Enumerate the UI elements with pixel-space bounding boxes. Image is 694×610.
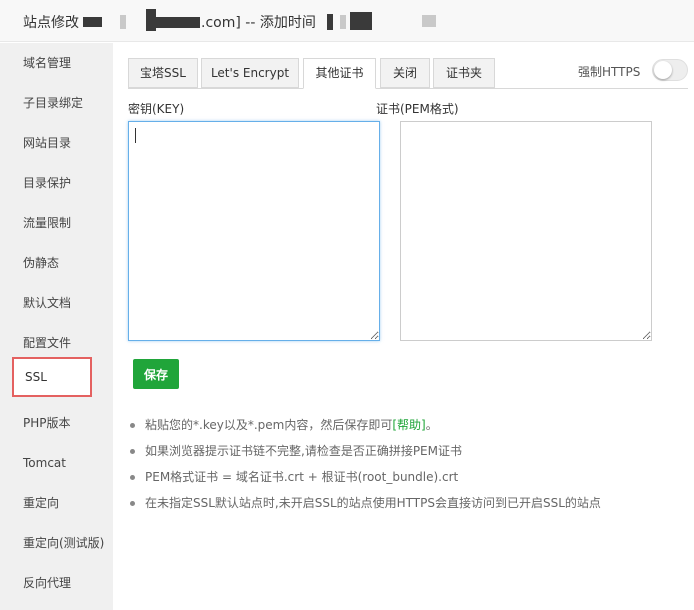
bullet-icon xyxy=(130,475,135,480)
dialog-title-domain: .com] -- 添加时间 xyxy=(201,15,316,31)
redacted-text xyxy=(120,15,126,29)
tip-text: 在未指定SSL默认站点时,未开启SSL的站点使用HTTPS会直接访问到已开启SS… xyxy=(145,496,601,510)
redacted-text xyxy=(146,9,156,31)
tab-other-cert[interactable]: 其他证书 xyxy=(303,58,376,89)
text-caret xyxy=(135,128,136,143)
sidebar-item-dir-protect[interactable]: 目录保护 xyxy=(0,163,113,203)
tip-text: 。 xyxy=(425,418,438,432)
bullet-icon xyxy=(130,501,135,506)
tab-cert-folder[interactable]: 证书夹 xyxy=(433,58,495,88)
sidebar-item-rewrite[interactable]: 伪静态 xyxy=(0,243,113,283)
sidebar-item-ssl[interactable]: SSL xyxy=(12,357,92,397)
cert-textarea[interactable] xyxy=(400,121,652,341)
sidebar-item-php-version[interactable]: PHP版本 xyxy=(0,403,113,443)
tip-item: 如果浏览器提示证书链不完整,请检查是否正确拼接PEM证书 xyxy=(128,442,688,468)
sidebar-item-default-doc[interactable]: 默认文档 xyxy=(0,283,113,323)
tip-text: 如果浏览器提示证书链不完整,请检查是否正确拼接PEM证书 xyxy=(145,444,462,458)
force-https-label: 强制HTTPS xyxy=(578,65,641,79)
redacted-text xyxy=(83,17,102,27)
sidebar-item-redirect[interactable]: 重定向 xyxy=(0,483,113,523)
sidebar-item-tomcat[interactable]: Tomcat xyxy=(0,443,113,483)
tip-text: PEM格式证书 = 域名证书.crt + 根证书(root_bundle).cr… xyxy=(145,470,459,484)
redacted-text xyxy=(156,17,200,28)
tab-close[interactable]: 关闭 xyxy=(380,58,430,88)
sidebar-item-domain[interactable]: 域名管理 xyxy=(0,43,113,83)
redacted-text xyxy=(350,12,372,30)
sidebar-item-reverse-proxy[interactable]: 反向代理 xyxy=(0,563,113,603)
help-link[interactable]: [帮助] xyxy=(392,418,425,432)
tabs-divider xyxy=(128,88,688,89)
save-button[interactable]: 保存 xyxy=(133,359,179,389)
bullet-icon xyxy=(130,423,135,428)
dialog-title-prefix: 站点修改 xyxy=(23,15,79,31)
sidebar-item-subdir[interactable]: 子目录绑定 xyxy=(0,83,113,123)
dialog-titlebar: 站点修改 .com] -- 添加时间 xyxy=(0,0,694,42)
force-https-toggle[interactable] xyxy=(652,59,688,81)
tip-item: PEM格式证书 = 域名证书.crt + 根证书(root_bundle).cr… xyxy=(128,468,688,494)
help-tips-list: 粘贴您的*.key以及*.pem内容，然后保存即可[帮助]。 如果浏览器提示证书… xyxy=(128,416,688,520)
sidebar-item-traffic-limit[interactable]: 流量限制 xyxy=(0,203,113,243)
redacted-text xyxy=(340,15,346,29)
toggle-knob xyxy=(654,61,672,79)
key-textarea[interactable] xyxy=(128,121,380,341)
sidebar-item-redirect-beta[interactable]: 重定向(测试版) xyxy=(0,523,113,563)
tip-item: 粘贴您的*.key以及*.pem内容，然后保存即可[帮助]。 xyxy=(128,416,688,442)
tab-lets-encrypt[interactable]: Let's Encrypt xyxy=(201,58,299,88)
sidebar-item-site-dir[interactable]: 网站目录 xyxy=(0,123,113,163)
redacted-text xyxy=(327,14,333,30)
cert-field-label: 证书(PEM格式) xyxy=(376,102,459,116)
bullet-icon xyxy=(130,449,135,454)
redacted-text xyxy=(422,15,436,27)
tip-item: 在未指定SSL默认站点时,未开启SSL的站点使用HTTPS会直接访问到已开启SS… xyxy=(128,494,688,520)
tab-bt-ssl[interactable]: 宝塔SSL xyxy=(128,58,198,88)
settings-sidebar: 域名管理 子目录绑定 网站目录 目录保护 流量限制 伪静态 默认文档 配置文件 … xyxy=(0,43,113,610)
tip-text: 粘贴您的*.key以及*.pem内容，然后保存即可 xyxy=(145,418,393,432)
key-field-label: 密钥(KEY) xyxy=(128,102,185,116)
